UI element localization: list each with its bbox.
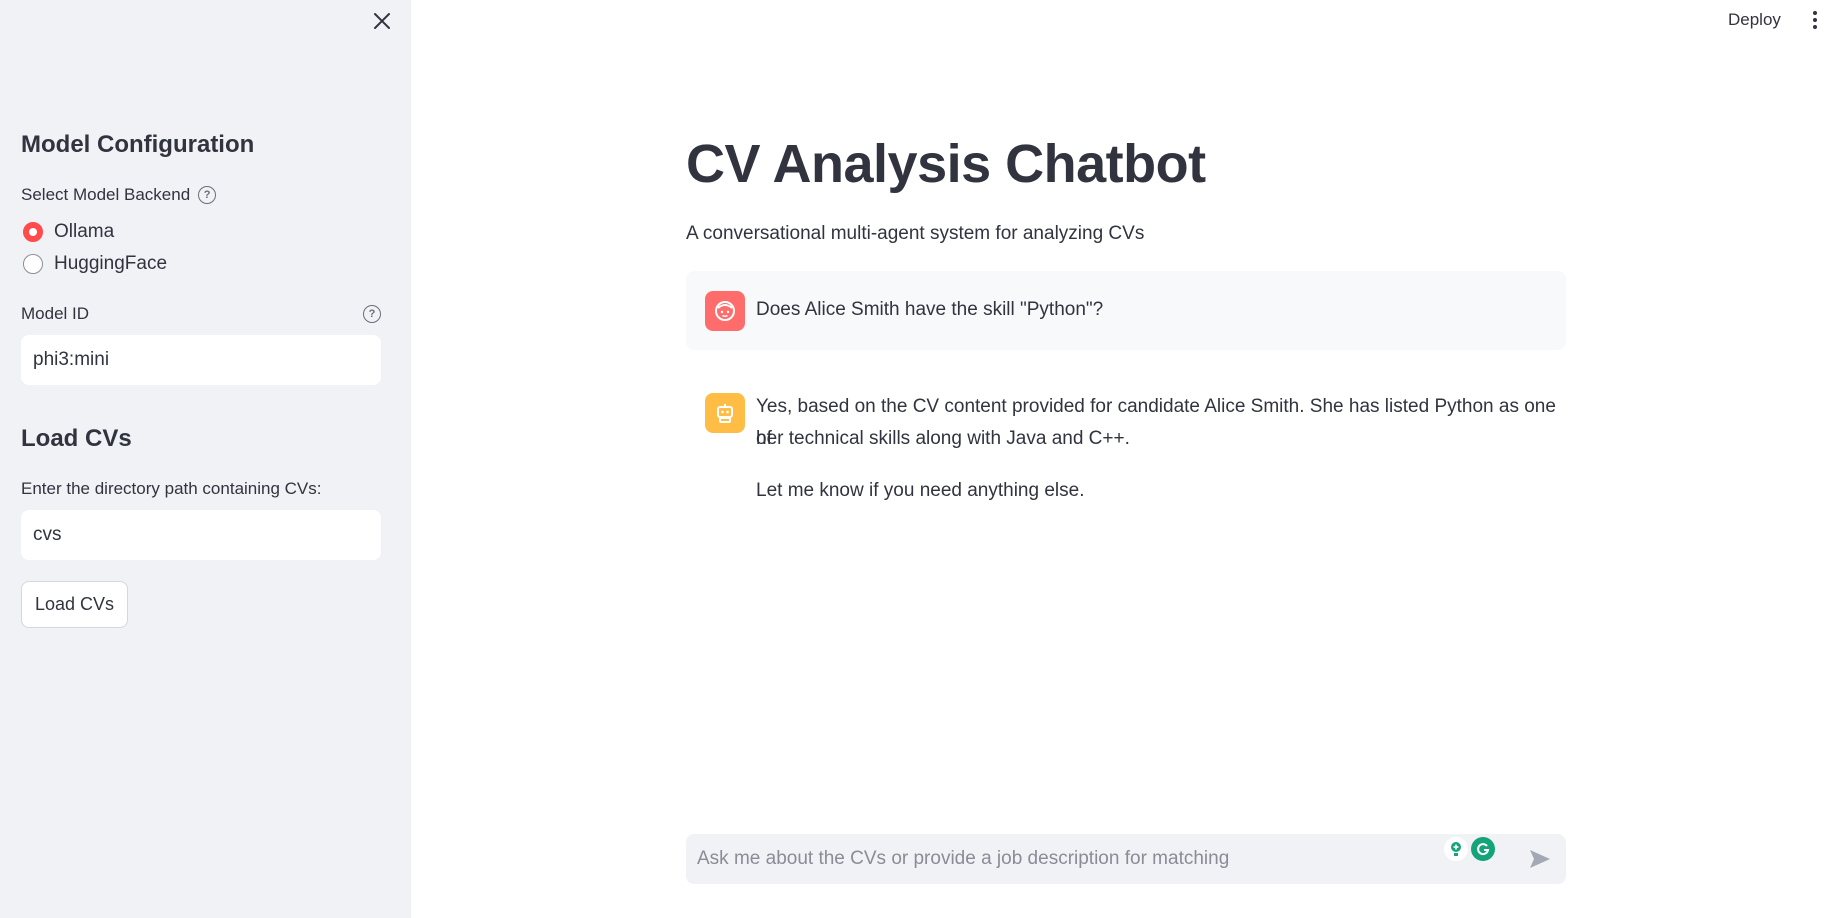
help-icon[interactable]: ? [198,186,217,204]
deploy-button[interactable]: Deploy [1726,6,1783,34]
model-id-label-text: Model ID [21,304,90,323]
radio-ollama[interactable]: Ollama [23,221,114,243]
radio-selected-icon[interactable] [23,222,43,242]
bot-avatar-icon [705,393,745,433]
user-avatar-icon [705,291,745,331]
model-id-label: Model ID ? [21,304,381,324]
directory-input[interactable]: cvs [21,510,381,560]
extension-icon[interactable] [1444,837,1468,861]
model-config-heading: Model Configuration [21,131,255,158]
kebab-menu-icon[interactable] [1805,8,1825,32]
chat-message-user: Does Alice Smith have the skill "Python"… [686,271,1566,350]
radio-huggingface[interactable]: HuggingFace [23,253,167,275]
help-icon[interactable]: ? [363,305,381,323]
radio-huggingface-label: HuggingFace [54,253,168,274]
assistant-message-line-2: her technical skills along with Java and… [756,428,1130,449]
assistant-message-line-3: Let me know if you need anything else. [756,480,1085,501]
grammarly-icon[interactable] [1471,837,1495,861]
close-icon [374,13,390,29]
backend-label: Select Model Backend ? [21,185,217,205]
page-title: CV Analysis Chatbot [686,134,1206,194]
directory-label: Enter the directory path containing CVs: [21,479,322,499]
chat-message-assistant: Yes, based on the CV content provided fo… [686,374,1566,524]
backend-label-text: Select Model Backend [21,185,191,204]
send-icon [1530,850,1550,868]
chat-input-placeholder[interactable]: Ask me about the CVs or provide a job de… [697,834,1229,884]
load-cvs-button[interactable]: Load CVs [21,581,128,628]
chat-input[interactable]: Ask me about the CVs or provide a job de… [686,834,1566,884]
user-message-text: Does Alice Smith have the skill "Python"… [756,299,1104,320]
send-button[interactable] [1526,846,1554,872]
directory-label-text: Enter the directory path containing CVs: [21,479,322,498]
radio-ollama-label: Ollama [54,221,115,242]
close-sidebar-button[interactable] [369,8,395,34]
sidebar: Model Configuration Select Model Backend… [0,0,411,918]
page-subtitle: A conversational multi-agent system for … [686,223,1145,244]
model-id-input[interactable]: phi3:mini [21,335,381,385]
radio-unselected-icon[interactable] [23,254,43,274]
model-id-value: phi3:mini [33,349,110,370]
load-cvs-heading: Load CVs [21,425,132,452]
directory-value: cvs [33,524,62,545]
